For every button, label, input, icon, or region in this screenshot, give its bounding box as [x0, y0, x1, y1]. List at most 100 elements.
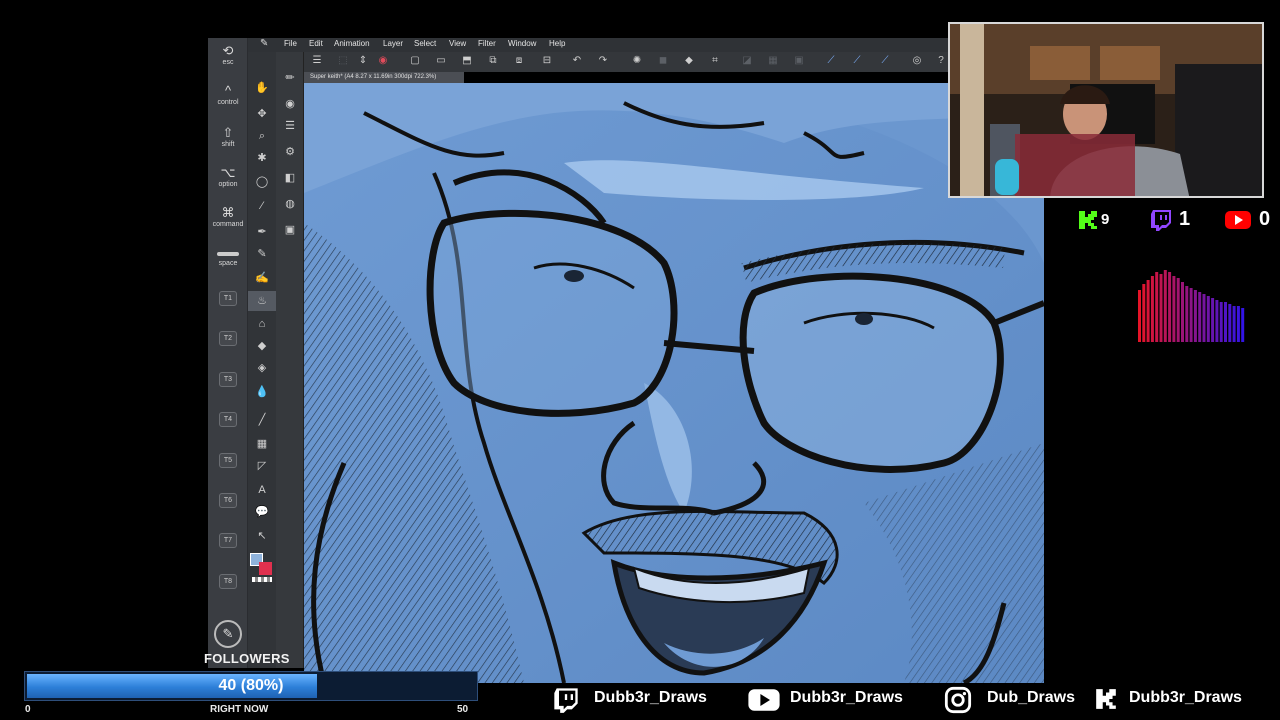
instagram-handle: Dub_Draws — [987, 689, 1076, 706]
menu-edit[interactable]: Edit — [309, 39, 323, 48]
command-icon: ⌘ — [221, 205, 235, 220]
object-select-icon[interactable]: ↖ — [248, 526, 276, 546]
eyedropper-icon[interactable]: ⁄ — [248, 196, 276, 216]
help-icon[interactable]: ? — [934, 54, 948, 68]
record-icon[interactable]: ◉ — [376, 54, 390, 68]
drawing-canvas[interactable] — [304, 83, 1044, 683]
tab-key-t3[interactable]: T3 — [219, 372, 237, 387]
snap-icon[interactable]: ▣ — [792, 54, 806, 68]
paste-icon[interactable]: ⧈ — [512, 54, 526, 68]
layers-icon[interactable]: ◧ — [276, 168, 304, 188]
audio-bar — [1211, 298, 1215, 342]
audio-bar — [1193, 290, 1197, 342]
tab-key-t2[interactable]: T2 — [219, 331, 237, 346]
lasso-tool-icon[interactable]: ◯ — [248, 172, 276, 192]
balloon-tool-icon[interactable]: 💬 — [248, 502, 276, 522]
menu-file[interactable]: File — [284, 39, 297, 48]
audio-bar — [1232, 306, 1236, 342]
crop-icon[interactable]: ⌗ — [708, 54, 722, 68]
tab-key-t4[interactable]: T4 — [219, 412, 237, 427]
shift-key[interactable]: ⇧ shift — [208, 126, 248, 149]
clip-studio-icon[interactable]: ✎ — [214, 620, 242, 648]
navigator-icon[interactable]: ◉ — [276, 94, 304, 114]
esc-key[interactable]: ⟲ esc — [208, 44, 248, 67]
loading-icon[interactable]: ✺ — [630, 54, 644, 68]
tab-key-t8[interactable]: T8 — [219, 574, 237, 589]
kick-handle: Dubb3r_Draws — [1129, 689, 1242, 706]
audio-bar — [1189, 288, 1193, 342]
menu-help[interactable]: Help — [549, 39, 565, 48]
move-tool-icon[interactable]: ✥ — [248, 104, 276, 124]
sub-tool-icon[interactable]: ⚙ — [276, 142, 304, 162]
snap-special-icon[interactable]: ⟋ — [850, 54, 864, 68]
pencil-tool-icon[interactable]: ✎ — [248, 244, 276, 264]
undo-arrow-icon: ⟲ — [222, 43, 234, 58]
menu-animation[interactable]: Animation — [334, 39, 370, 48]
audio-bar — [1155, 272, 1159, 342]
redo-icon[interactable]: ↷ — [596, 54, 610, 68]
airbrush-tool-icon[interactable]: ♨ — [248, 291, 276, 311]
open-folder-icon[interactable]: ▭ — [434, 54, 448, 68]
layers-toggle-icon[interactable]: ◎ — [910, 54, 924, 68]
tab-key-t7[interactable]: T7 — [219, 533, 237, 548]
kick-icon — [1096, 689, 1116, 709]
new-file-icon[interactable]: ▢ — [408, 54, 422, 68]
audio-bar — [1185, 286, 1189, 342]
blend-tool-icon[interactable]: 💧 — [248, 382, 276, 402]
frame-tool-icon[interactable]: ◸ — [248, 456, 276, 476]
menu-filter[interactable]: Filter — [478, 39, 496, 48]
option-key[interactable]: ⌥ option — [208, 166, 248, 189]
snap-grid-icon[interactable]: ⟋ — [878, 54, 892, 68]
brush-stroke-icon[interactable]: ✏ — [276, 68, 304, 88]
audio-bar — [1176, 278, 1180, 342]
menu-view[interactable]: View — [449, 39, 466, 48]
control-key[interactable]: ^ control — [208, 84, 248, 107]
instagram-icon — [944, 686, 972, 714]
audio-bar — [1206, 296, 1210, 342]
menu-layer[interactable]: Layer — [383, 39, 403, 48]
portrait-artwork — [304, 83, 1044, 683]
menu-select[interactable]: Select — [414, 39, 436, 48]
command-key[interactable]: ⌘ command — [208, 206, 248, 229]
space-key[interactable]: space — [208, 250, 248, 268]
twitch-handle: Dubb3r_Draws — [594, 689, 707, 706]
document-tab[interactable]: Super keith* (A4 8.27 x 11.69in 300dpi 7… — [304, 72, 464, 83]
follower-goal-text: 40 (80%) — [218, 677, 284, 694]
clear-icon[interactable]: ◼ — [656, 54, 670, 68]
hand-tool-icon[interactable]: ✋ — [248, 78, 276, 98]
tab-key-t6[interactable]: T6 — [219, 493, 237, 508]
decoration-tool-icon[interactable]: ⌂ — [248, 314, 276, 334]
color-wheel-icon[interactable]: ◍ — [276, 194, 304, 214]
sub-color-swatch[interactable] — [259, 562, 272, 575]
audio-bars — [1138, 270, 1245, 342]
twitch-logo-icon — [1151, 210, 1171, 231]
save-icon[interactable]: ⬒ — [460, 54, 474, 68]
ruler-icon[interactable]: ◪ — [740, 54, 754, 68]
fill-icon[interactable]: ◆ — [682, 54, 696, 68]
zoom-tool-icon[interactable]: ⌕ — [248, 126, 276, 146]
follower-goal-now: RIGHT NOW — [210, 704, 269, 715]
menu-window[interactable]: Window — [508, 39, 536, 48]
tab-key-t1[interactable]: T1 — [219, 291, 237, 306]
line-tool-icon[interactable]: ╱ — [248, 410, 276, 430]
undo-icon[interactable]: ↶ — [570, 54, 584, 68]
brush-tool-icon[interactable]: ✍ — [248, 268, 276, 288]
snap-ruler-icon[interactable]: ⟋ — [824, 54, 838, 68]
gradient-tool-icon[interactable]: ▦ — [248, 434, 276, 454]
grid-icon[interactable]: ▦ — [766, 54, 780, 68]
fill-tool-icon[interactable]: ◈ — [248, 358, 276, 378]
magic-wand-icon[interactable]: ✱ — [248, 148, 276, 168]
clip-icon[interactable]: ⊟ — [540, 54, 554, 68]
tab-key-t5[interactable]: T5 — [219, 453, 237, 468]
menu-icon[interactable]: ☰ — [310, 54, 324, 68]
eraser-tool-icon[interactable]: ◆ — [248, 336, 276, 356]
text-tool-icon[interactable]: A — [248, 480, 276, 500]
copy-icon[interactable]: ⧉ — [486, 54, 500, 68]
stepper-icon[interactable]: ⇕ — [356, 54, 370, 68]
pen-tool-icon[interactable]: ✒ — [248, 222, 276, 242]
transform-icon[interactable]: ⬚ — [336, 54, 350, 68]
caret-up-icon: ^ — [224, 83, 232, 98]
adjust-sliders-icon[interactable]: ☰ — [276, 116, 304, 136]
transparent-color-swatch[interactable] — [252, 577, 272, 582]
material-icon[interactable]: ▣ — [276, 220, 304, 240]
